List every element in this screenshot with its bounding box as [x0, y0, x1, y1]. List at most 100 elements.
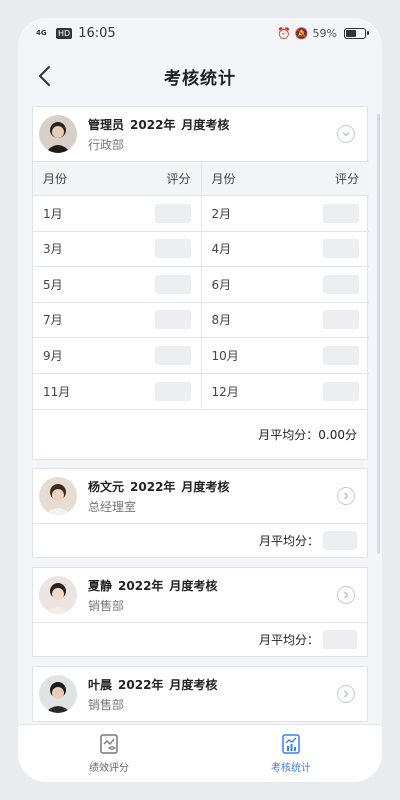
score-field[interactable]: [323, 310, 359, 330]
hd-badge: HD: [56, 27, 73, 39]
assessment-year: 2022年: [130, 117, 176, 132]
expand-toggle[interactable]: [337, 586, 355, 604]
status-right: ⏰ 🔕 59%: [277, 26, 369, 40]
average-value-box: [323, 531, 357, 550]
month-label: 3月: [43, 242, 63, 257]
battery-percent: 59%: [312, 26, 337, 40]
avatar: [39, 675, 77, 713]
employee-card: 叶晨 2022年 月度考核 销售部: [32, 666, 368, 722]
assessment-year: 2022年: [118, 578, 164, 593]
month-label: 6月: [211, 277, 232, 292]
month-label: 8月: [211, 313, 232, 328]
month-label: 5月: [43, 277, 63, 292]
table-row: 7月 8月: [33, 301, 369, 338]
back-button[interactable]: [36, 64, 56, 88]
device-frame: 4G HD 16:05 ⏰ 🔕 59% 考核统计 管理员2022年月度考核: [0, 0, 400, 800]
employee-card: 管理员 2022年月度考核 行政部 月份 评分 月份 评分 1月 2月 3月: [32, 106, 369, 460]
assessment-type: 月度考核: [181, 479, 230, 494]
tab-label: 考核统计: [271, 763, 311, 774]
month-label: 1月: [43, 206, 63, 221]
card-header[interactable]: 杨文元 2022年 月度考核 总经理室: [33, 469, 367, 523]
screen: 4G HD 16:05 ⏰ 🔕 59% 考核统计 管理员2022年月度考核: [18, 18, 382, 782]
column-header-month: 月份: [43, 172, 68, 186]
employee-card: 夏静 2022年 月度考核 销售部 月平均分：: [32, 567, 368, 657]
average-label: 月平均分：: [258, 427, 319, 442]
average-value: 0.00分: [318, 427, 357, 442]
chevron-left-icon: [39, 66, 50, 86]
signal-icon: 4G: [36, 29, 47, 37]
chevron-right-icon: [344, 690, 349, 698]
assessment-year: 2022年: [130, 479, 176, 494]
score-field[interactable]: [323, 345, 359, 365]
department: 总经理室: [88, 499, 137, 514]
column-header-score: 评分: [334, 172, 359, 186]
tab-label: 绩效评分: [89, 763, 129, 774]
column-header-month: 月份: [211, 172, 236, 186]
score-field[interactable]: [154, 274, 191, 294]
employee-name: 夏静: [88, 578, 113, 593]
month-label: 2月: [211, 206, 232, 221]
page-title: 考核统计: [164, 68, 236, 89]
collapse-toggle[interactable]: [337, 125, 355, 143]
table-row: 11月 12月: [33, 372, 369, 409]
avatar: [39, 477, 77, 515]
score-field[interactable]: [154, 345, 191, 365]
table-row: 3月 4月: [33, 230, 369, 267]
card-header[interactable]: 夏静 2022年 月度考核 销售部: [33, 568, 367, 622]
mute-icon: 🔕: [294, 26, 309, 40]
month-label: 11月: [43, 384, 71, 399]
table-row: 1月 2月: [33, 195, 369, 231]
month-label: 10月: [211, 348, 239, 363]
chevron-right-icon: [344, 492, 349, 500]
assessment-type: 月度考核: [169, 578, 218, 593]
nav-header: 考核统计: [18, 48, 382, 104]
table-row: 5月 6月: [33, 266, 369, 302]
status-bar: 4G HD 16:05 ⏰ 🔕 59%: [18, 18, 382, 48]
tab-performance[interactable]: 绩效评分: [18, 725, 200, 782]
employee-name: 叶晨: [88, 677, 113, 692]
avatar: [39, 576, 77, 614]
department: 销售部: [88, 697, 125, 712]
expand-toggle[interactable]: [337, 685, 355, 703]
assessment-type: 月度考核: [181, 117, 230, 132]
assessment-type: 月度考核: [169, 677, 218, 692]
tab-statistics[interactable]: 考核统计: [200, 725, 382, 782]
alarm-icon: ⏰: [277, 26, 291, 40]
performance-icon: [100, 734, 118, 754]
employee-name: 管理员: [88, 117, 125, 132]
column-header-score: 评分: [166, 172, 191, 186]
expand-toggle[interactable]: [337, 487, 355, 505]
stats-list: 管理员2022年月度考核 行政部 月份评分 月份评分 1月 2月 3月: [18, 106, 382, 724]
employee-card: 杨文元 2022年 月度考核 总经理室 月平均分：: [32, 468, 368, 558]
monthly-score-table: 月份 评分 月份 评分 1月 2月 3月 4月 5月 6月 7月 8月 9月 1…: [33, 161, 369, 409]
average-row: 月平均分： 0.00分: [33, 408, 367, 459]
statistics-icon: [282, 734, 300, 754]
score-field[interactable]: [154, 203, 191, 223]
bottom-tab-bar: 绩效评分 考核统计: [18, 724, 382, 782]
score-field[interactable]: [323, 239, 359, 259]
department: 销售部: [88, 598, 125, 613]
average-label: 月平均分：: [258, 633, 319, 647]
score-field[interactable]: [154, 381, 191, 401]
average-row: 月平均分：: [33, 622, 367, 656]
employee-name: 杨文元: [88, 479, 125, 494]
average-value-box: [323, 630, 357, 649]
status-time: 16:05: [78, 25, 116, 41]
score-field[interactable]: [323, 381, 359, 401]
score-field[interactable]: [154, 310, 191, 330]
chevron-down-icon: [342, 132, 350, 137]
average-label: 月平均分：: [258, 534, 319, 548]
battery-icon: [344, 27, 369, 39]
chevron-right-icon: [344, 591, 349, 599]
card-header[interactable]: 叶晨 2022年 月度考核 销售部: [33, 667, 367, 721]
month-label: 4月: [211, 242, 232, 257]
score-field[interactable]: [323, 274, 359, 294]
average-row: 月平均分：: [33, 523, 367, 557]
month-label: 7月: [43, 313, 63, 328]
card-header[interactable]: 管理员 2022年 月度考核 行政部: [33, 107, 367, 161]
table-row: 9月 10月: [33, 337, 369, 373]
avatar: [39, 115, 77, 153]
department: 行政部: [88, 137, 125, 152]
score-field[interactable]: [154, 239, 191, 259]
score-field[interactable]: [323, 203, 359, 223]
